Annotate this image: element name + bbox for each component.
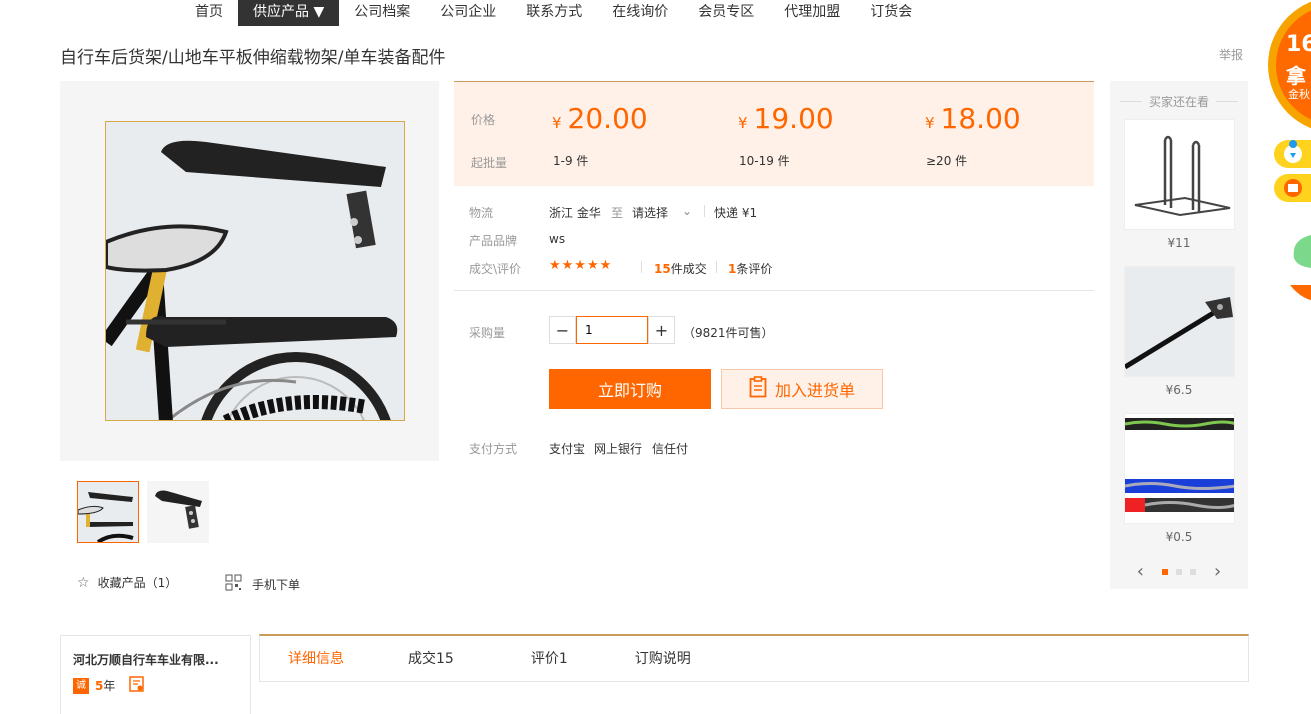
carousel-dot-1[interactable]: [1162, 568, 1168, 575]
shop-years: 诚 5年: [73, 676, 145, 695]
nav-member[interactable]: 会员专区: [683, 0, 769, 26]
tab-reviews[interactable]: 评价1: [531, 636, 568, 682]
deals-label: 成交\评价: [469, 262, 522, 276]
brand-label: 产品品牌: [469, 234, 518, 248]
buy-now-button[interactable]: 立即订购: [549, 369, 711, 409]
sidebar-item-1-price: ¥11: [1167, 236, 1191, 250]
nav-products[interactable]: 供应产品 ▼: [238, 0, 340, 26]
mobile-order[interactable]: 手机下单: [225, 574, 300, 594]
certificate-icon: [129, 676, 145, 695]
clipboard-icon: [749, 376, 767, 402]
favorite-product[interactable]: ☆ 收藏产品（1）: [77, 574, 177, 591]
sidebar-item-3-image[interactable]: [1124, 413, 1235, 524]
add-to-cart-button[interactable]: 加入进货单: [721, 369, 883, 409]
divider: [716, 261, 717, 273]
qrcode-icon: [225, 574, 242, 594]
shop-name[interactable]: 河北万顺自行车车业有限...: [73, 651, 219, 668]
carousel-controls: ‹ ›: [1110, 561, 1248, 582]
promo-widget[interactable]: 16 拿 金秋: [1266, 0, 1311, 305]
nav-profile[interactable]: 公司档案: [339, 0, 425, 26]
main-product-image: [60, 81, 439, 461]
promo-text-1: 16: [1286, 32, 1311, 57]
rating-stars: ★★★★★: [549, 258, 613, 273]
quantity-stepper: − +: [549, 316, 675, 344]
quantity-input[interactable]: [576, 316, 648, 344]
purchase-label: 采购量: [469, 326, 506, 340]
express-fee: 快递 ¥1: [714, 206, 758, 220]
payment-trust: 信任付: [652, 442, 689, 456]
destination-select[interactable]: 请选择 ⌄: [632, 204, 692, 221]
deal-count[interactable]: 15件成交: [654, 260, 707, 277]
sidebar-item-2-price: ¥6.5: [1165, 383, 1193, 397]
destination-select-label: 请选择: [632, 206, 669, 220]
price-tier-1: ¥20.00: [552, 102, 648, 135]
favorite-label: 收藏产品（1）: [97, 576, 178, 590]
chevron-left-icon[interactable]: ‹: [1137, 561, 1144, 582]
mobile-label: 手机下单: [252, 577, 301, 592]
price-label: 价格: [471, 113, 496, 127]
payment-alipay: 支付宝: [549, 442, 586, 456]
sidebar-item-1-image[interactable]: [1124, 119, 1235, 230]
tab-order-notes[interactable]: 订购说明: [635, 636, 691, 682]
divider: [641, 261, 642, 273]
brand-value: ws: [549, 232, 566, 246]
quantity-plus-button[interactable]: +: [648, 316, 675, 344]
product-photo: [105, 121, 405, 421]
nav-agent[interactable]: 代理加盟: [769, 0, 855, 26]
add-to-cart-label: 加入进货单: [774, 381, 855, 400]
payment-online-bank: 网上银行: [594, 442, 643, 456]
also-viewed-sidebar: 买家还在看 ¥11 ¥6.5 ¥0.5 ‹ ›: [1110, 81, 1248, 589]
nav-order-fair[interactable]: 订货会: [855, 0, 927, 26]
qty-tier-1: 1-9 件: [553, 154, 589, 168]
available-stock: （9821件可售）: [683, 326, 774, 340]
product-title: 自行车后货架/山地车平板伸缩载物架/单车装备配件: [60, 48, 446, 68]
carousel-dot-3[interactable]: [1190, 568, 1196, 575]
nav-home[interactable]: 首页: [180, 0, 238, 26]
qty-tier-2: 10-19 件: [739, 154, 790, 168]
qty-tier-3: ≥20 件: [926, 154, 968, 168]
thumbnail-1[interactable]: [77, 481, 139, 543]
qty-label: 起批量: [471, 156, 508, 170]
payment-label: 支付方式: [469, 442, 518, 456]
price-tier-3: ¥18.00: [925, 102, 1021, 135]
section-divider: [454, 290, 1094, 291]
logistics-label: 物流: [469, 206, 494, 220]
top-nav: 首页 供应产品 ▼ 公司档案 公司企业 联系方式 在线询价 会员专区 代理加盟 …: [180, 0, 927, 26]
promo-text-3: 金秋: [1288, 88, 1310, 101]
sidebar-item-3-price: ¥0.5: [1165, 530, 1193, 544]
tab-deals[interactable]: 成交15: [408, 636, 454, 682]
report-link[interactable]: 举报: [1219, 46, 1243, 63]
thumbnail-2[interactable]: [147, 481, 209, 543]
chevron-right-icon[interactable]: ›: [1214, 561, 1221, 582]
review-count[interactable]: 1条评价: [728, 260, 772, 277]
promo-text-2: 拿: [1286, 64, 1306, 88]
star-outline-icon: ☆: [77, 574, 90, 591]
price-tier-2: ¥19.00: [738, 102, 834, 135]
nav-inquiry[interactable]: 在线询价: [597, 0, 683, 26]
nav-company[interactable]: 公司企业: [425, 0, 511, 26]
quantity-minus-button[interactable]: −: [549, 316, 576, 344]
chevron-down-icon: ⌄: [682, 204, 693, 218]
logistics-from: 浙江 金华: [549, 206, 601, 220]
years-badge-icon: 诚: [73, 677, 89, 694]
detail-tabs: 详细信息 成交15 评价1 订购说明: [259, 634, 1249, 682]
tab-details[interactable]: 详细信息: [288, 636, 344, 682]
price-panel: 价格 起批量 ¥20.00 ¥19.00 ¥18.00 1-9 件 10-19 …: [454, 81, 1094, 186]
sidebar-item-2-image[interactable]: [1124, 266, 1235, 377]
divider: [704, 205, 705, 217]
divider: [1216, 101, 1238, 102]
shop-info: 河北万顺自行车车业有限... 诚 5年: [60, 635, 251, 714]
logistics-to: 至: [611, 206, 624, 220]
carousel-dot-2[interactable]: [1176, 568, 1182, 575]
nav-contact[interactable]: 联系方式: [511, 0, 597, 26]
years-value: 5年: [95, 679, 116, 693]
